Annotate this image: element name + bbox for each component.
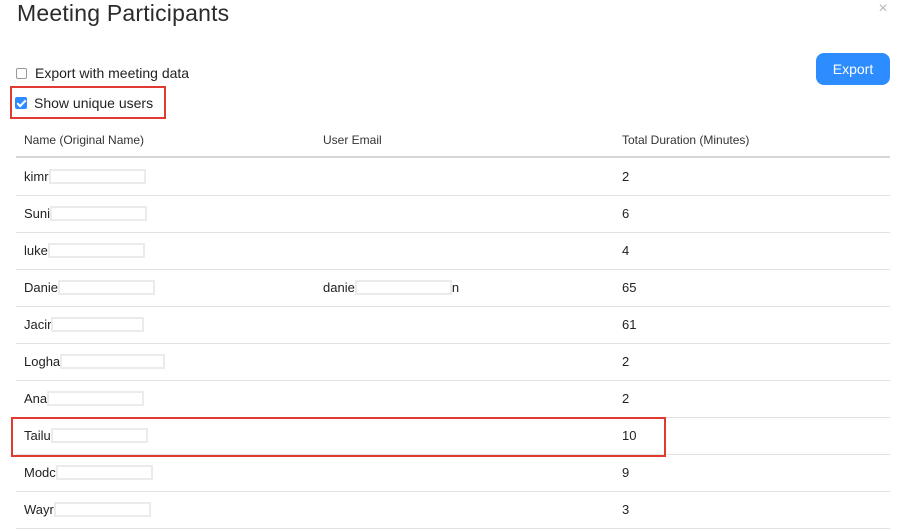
- export-with-meeting-data-label: Export with meeting data: [35, 65, 190, 81]
- participant-email-tail: n: [451, 280, 460, 295]
- redaction-box: [57, 279, 155, 295]
- table-row[interactable]: Danie danie n 65: [16, 269, 890, 307]
- participant-name-cell: Wayr: [24, 501, 151, 517]
- export-button[interactable]: Export: [816, 53, 890, 85]
- redaction-box: [50, 205, 148, 221]
- redaction-box: [48, 168, 146, 184]
- redaction-box: [55, 464, 153, 480]
- participant-email-cell: danie n: [323, 279, 460, 295]
- redaction-box: [60, 353, 166, 369]
- participant-name-cell: luke: [24, 242, 145, 258]
- column-header-duration[interactable]: Total Duration (Minutes): [622, 133, 749, 147]
- participant-name: Modc: [24, 465, 56, 480]
- table-row[interactable]: Jacir 61: [16, 306, 890, 344]
- total-duration: 2: [622, 169, 630, 184]
- participant-name-cell: Logha: [24, 353, 166, 369]
- highlight-box-unique-users: [10, 86, 166, 119]
- total-duration: 4: [622, 243, 630, 258]
- participant-name-cell: Modc: [24, 464, 153, 480]
- total-duration: 3: [622, 502, 630, 517]
- participant-name: kimr: [24, 169, 49, 184]
- total-duration: 2: [622, 354, 630, 369]
- export-with-meeting-data-checkbox[interactable]: [16, 67, 27, 79]
- table-row[interactable]: Wayr 3: [16, 491, 890, 529]
- participant-name-cell: kimr: [24, 168, 146, 184]
- total-duration: 65: [622, 280, 637, 295]
- participant-name-cell: Jacir: [24, 316, 145, 332]
- participant-name: Danie: [24, 280, 58, 295]
- table-row[interactable]: kimr 2: [16, 158, 890, 196]
- participant-name-cell: Suni: [24, 205, 148, 221]
- redaction-box: [51, 316, 145, 332]
- participant-name: Suni: [24, 206, 51, 221]
- redaction-box: [53, 501, 151, 517]
- participant-name-cell: Danie: [24, 279, 155, 295]
- table-row[interactable]: Ana 2: [16, 380, 890, 418]
- total-duration: 61: [622, 317, 637, 332]
- close-icon[interactable]: ×: [876, 1, 890, 17]
- column-header-name[interactable]: Name (Original Name): [24, 133, 144, 147]
- dialog-title: Meeting Participants: [17, 0, 230, 26]
- participant-name: Wayr: [24, 502, 54, 517]
- participant-name: luke: [24, 243, 48, 258]
- table-row[interactable]: Modc 9: [16, 454, 890, 492]
- redaction-box: [47, 390, 145, 406]
- column-header-email[interactable]: User Email: [323, 133, 382, 147]
- participant-name: Ana: [24, 391, 48, 406]
- highlight-box-row: [11, 417, 666, 457]
- total-duration: 6: [622, 206, 630, 221]
- export-with-meeting-data-option[interactable]: Export with meeting data: [16, 65, 189, 81]
- participant-name: Jacir: [24, 317, 52, 332]
- participant-email: danie: [323, 280, 355, 295]
- redaction-box: [354, 279, 452, 295]
- participant-name: Logha: [24, 354, 61, 369]
- table-row[interactable]: Suni 6: [16, 195, 890, 233]
- table-row[interactable]: luke 4: [16, 232, 890, 270]
- redaction-box: [47, 242, 145, 258]
- participant-name-cell: Ana: [24, 390, 145, 406]
- table-row[interactable]: Logha 2: [16, 343, 890, 381]
- total-duration: 2: [622, 391, 630, 406]
- total-duration: 9: [622, 465, 630, 480]
